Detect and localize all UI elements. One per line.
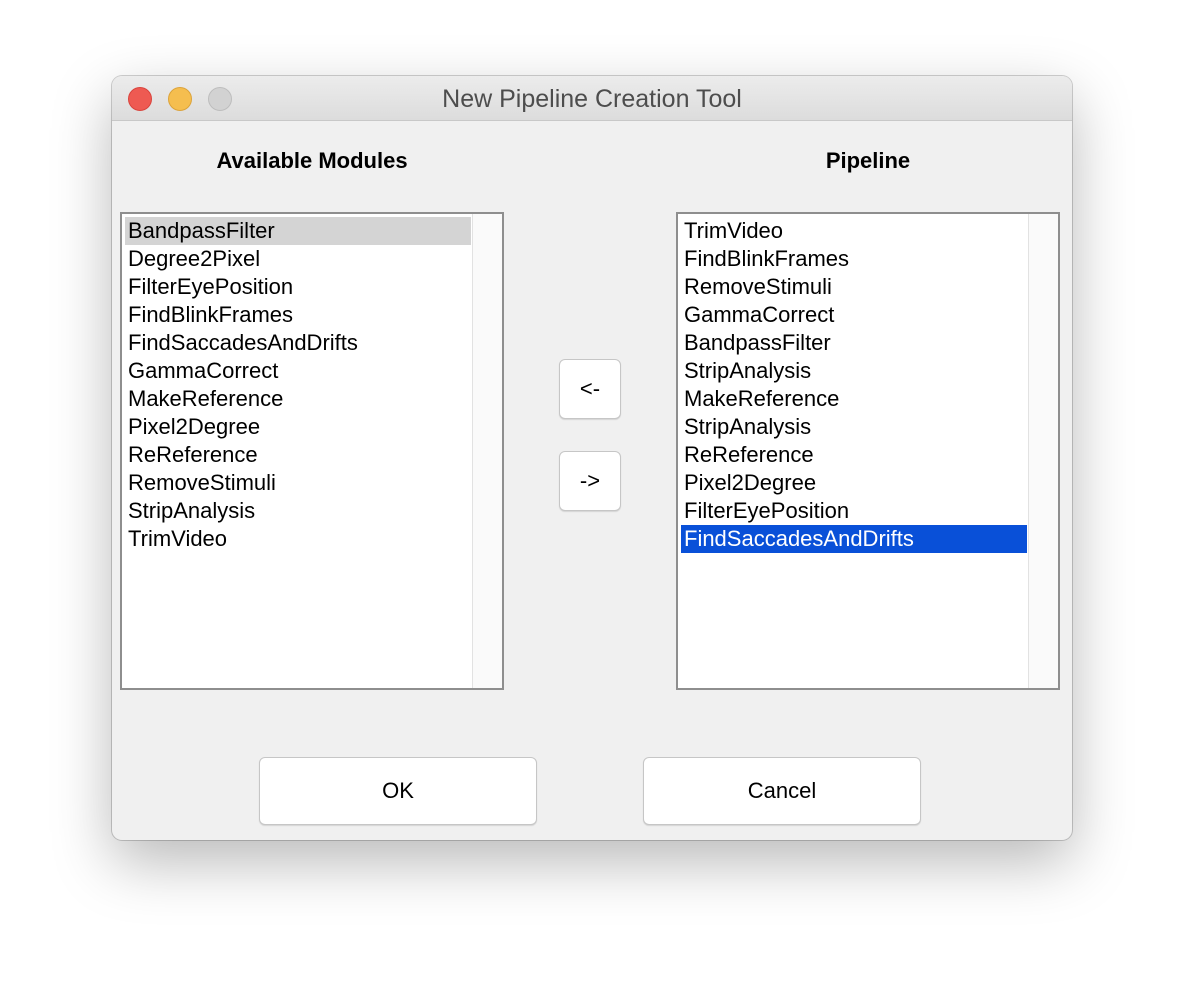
available-modules-list[interactable]: BandpassFilter Degree2Pixel FilterEyePos… (120, 212, 504, 690)
list-item[interactable]: MakeReference (125, 385, 471, 413)
pipeline-items: TrimVideo FindBlinkFrames RemoveStimuli … (681, 217, 1027, 553)
pipeline-scrollbar[interactable] (1028, 214, 1058, 688)
list-item[interactable]: GammaCorrect (125, 357, 471, 385)
list-item[interactable]: Degree2Pixel (125, 245, 471, 273)
list-item[interactable]: StripAnalysis (125, 497, 471, 525)
list-item[interactable]: RemoveStimuli (125, 469, 471, 497)
list-item[interactable]: ReReference (681, 441, 1027, 469)
list-item[interactable]: BandpassFilter (125, 217, 471, 245)
list-item[interactable]: FindBlinkFrames (125, 301, 471, 329)
list-item[interactable]: FindSaccadesAndDrifts (681, 525, 1027, 553)
list-item[interactable]: BandpassFilter (681, 329, 1027, 357)
cancel-button[interactable]: Cancel (643, 757, 921, 825)
remove-module-button[interactable]: <- (559, 359, 621, 419)
list-item[interactable]: MakeReference (681, 385, 1027, 413)
list-item[interactable]: TrimVideo (125, 525, 471, 553)
add-module-button[interactable]: -> (559, 451, 621, 511)
list-item[interactable]: Pixel2Degree (125, 413, 471, 441)
list-item[interactable]: ReReference (125, 441, 471, 469)
list-item[interactable]: FilterEyePosition (681, 497, 1027, 525)
available-modules-heading: Available Modules (216, 148, 408, 173)
list-item[interactable]: GammaCorrect (681, 301, 1027, 329)
list-item[interactable]: TrimVideo (681, 217, 1027, 245)
available-scrollbar[interactable] (472, 214, 502, 688)
pipeline-heading: Pipeline (825, 148, 911, 173)
pipeline-list[interactable]: TrimVideo FindBlinkFrames RemoveStimuli … (676, 212, 1060, 690)
available-modules-items: BandpassFilter Degree2Pixel FilterEyePos… (125, 217, 471, 553)
list-item[interactable]: FindSaccadesAndDrifts (125, 329, 471, 357)
list-item[interactable]: Pixel2Degree (681, 469, 1027, 497)
window-title: New Pipeline Creation Tool (442, 85, 742, 113)
list-item[interactable]: FilterEyePosition (125, 273, 471, 301)
list-item[interactable]: StripAnalysis (681, 357, 1027, 385)
list-item[interactable]: FindBlinkFrames (681, 245, 1027, 273)
pipeline-dialog: New Pipeline Creation Tool Available Mod… (112, 76, 1072, 840)
list-item[interactable]: StripAnalysis (681, 413, 1027, 441)
ok-button[interactable]: OK (259, 757, 537, 825)
title-bar: New Pipeline Creation Tool (112, 76, 1072, 121)
list-item[interactable]: RemoveStimuli (681, 273, 1027, 301)
